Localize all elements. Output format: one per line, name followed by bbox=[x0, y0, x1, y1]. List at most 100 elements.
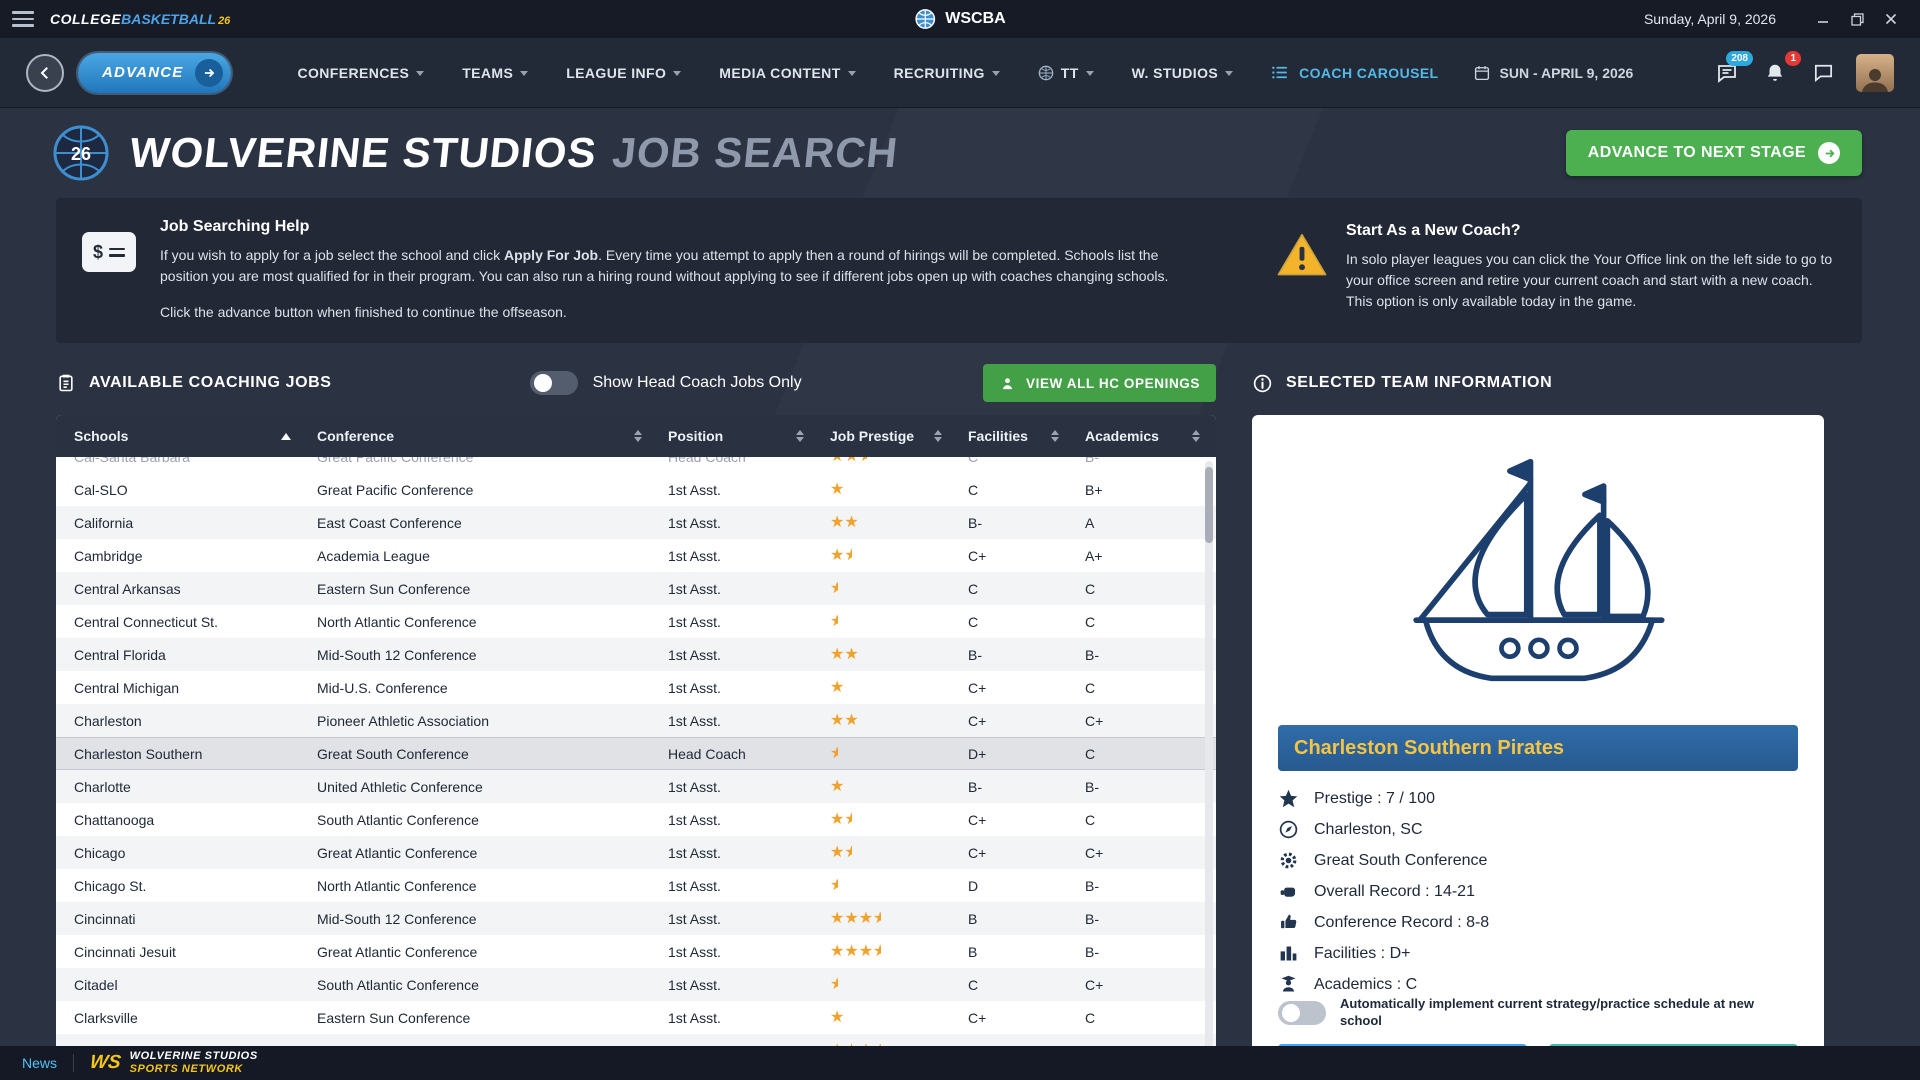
nav-item-label: CONFERENCES bbox=[297, 65, 409, 81]
nav-item-teams[interactable]: TEAMS bbox=[462, 65, 528, 81]
team-stat: Prestige : 7 / 100 bbox=[1278, 787, 1798, 810]
nav-item-label: LEAGUE INFO bbox=[566, 65, 666, 81]
head-coach-only-toggle[interactable] bbox=[530, 371, 578, 395]
star-icon: ★ bbox=[844, 515, 858, 531]
cell-conference: Eastern Sun Conference bbox=[307, 1010, 658, 1026]
app-logo: COLLEGE BASKETBALL 26 bbox=[50, 11, 230, 27]
notifications-button[interactable]: 1 bbox=[1760, 58, 1790, 88]
nav-item-label: TT bbox=[1061, 65, 1079, 81]
help-body-1: If you wish to apply for a job select th… bbox=[160, 245, 1180, 287]
column-header-schools[interactable]: Schools bbox=[56, 415, 307, 457]
table-row[interactable]: Cal-SLOGreat Pacific Conference1st Asst.… bbox=[56, 473, 1216, 506]
star-icon: ★ bbox=[844, 911, 858, 927]
chevron-down-icon bbox=[673, 71, 681, 76]
hamburger-menu-icon[interactable] bbox=[12, 11, 34, 27]
cell-academics: B- bbox=[1075, 911, 1216, 927]
cell-academics: C bbox=[1075, 746, 1216, 762]
column-label: Position bbox=[668, 428, 723, 444]
footer-logo-line1: WOLVERINE STUDIOS bbox=[130, 1050, 258, 1063]
cell-position: 1st Asst. bbox=[658, 515, 820, 531]
table-row[interactable]: Cal-Santa BarbaraGreat Pacific Conferenc… bbox=[56, 457, 1216, 473]
table-row[interactable]: Central MichiganMid-U.S. Conference1st A… bbox=[56, 671, 1216, 704]
table-row[interactable]: CaliforniaEast Coast Conference1st Asst.… bbox=[56, 506, 1216, 539]
table-scrollbar-thumb[interactable] bbox=[1205, 467, 1213, 543]
new-coach-body: In solo player leagues you can click the… bbox=[1346, 249, 1836, 312]
table-row[interactable]: Central ArkansasEastern Sun Conference1s… bbox=[56, 572, 1216, 605]
cell-academics: B- bbox=[1075, 944, 1216, 960]
table-row[interactable]: Central Connecticut St.North Atlantic Co… bbox=[56, 605, 1216, 638]
column-header-facilities[interactable]: Facilities bbox=[958, 415, 1075, 457]
table-row[interactable]: CitadelSouth Atlantic Conference1st Asst… bbox=[56, 968, 1216, 1001]
strategy-toggle-row: Automatically implement current strategy… bbox=[1278, 996, 1798, 1030]
half-star-glyph: ★ bbox=[844, 812, 852, 828]
back-button[interactable] bbox=[26, 54, 64, 92]
maximize-button[interactable] bbox=[1840, 5, 1874, 33]
cell-school: Chicago St. bbox=[56, 878, 307, 894]
column-header-job-prestige[interactable]: Job Prestige bbox=[820, 415, 958, 457]
nav-item-conferences[interactable]: CONFERENCES bbox=[297, 65, 424, 81]
news-link[interactable]: News bbox=[22, 1055, 57, 1071]
sort-triangle-up bbox=[1192, 430, 1200, 435]
chevron-down-icon bbox=[1086, 71, 1094, 76]
nav-item-w-studios[interactable]: W. STUDIOS bbox=[1132, 65, 1233, 81]
half-star-icon: ★ bbox=[873, 911, 881, 927]
cell-facilities: B- bbox=[958, 779, 1075, 795]
bell-icon bbox=[1764, 62, 1786, 84]
table-row[interactable]: Central FloridaMid-South 12 Conference1s… bbox=[56, 638, 1216, 671]
table-row[interactable]: CharlestonPioneer Athletic Association1s… bbox=[56, 704, 1216, 737]
cell-position: 1st Asst. bbox=[658, 845, 820, 861]
nav-item-label: MEDIA CONTENT bbox=[719, 65, 840, 81]
column-header-academics[interactable]: Academics bbox=[1075, 415, 1216, 457]
cell-conference: Mid-South 12 Conference bbox=[307, 647, 658, 663]
table-row[interactable]: ChattanoogaSouth Atlantic Conference1st … bbox=[56, 803, 1216, 836]
minimize-button[interactable] bbox=[1806, 5, 1840, 33]
nav-item-league-info[interactable]: LEAGUE INFO bbox=[566, 65, 681, 81]
nav-item-recruiting[interactable]: RECRUITING bbox=[894, 65, 1000, 81]
auto-strategy-toggle[interactable] bbox=[1278, 1001, 1326, 1025]
half-star-glyph: ★ bbox=[830, 878, 838, 894]
nav-menu: CONFERENCES TEAMS LEAGUE INFO MEDIA CONTENT… bbox=[297, 65, 1233, 81]
cell-academics: C+ bbox=[1075, 845, 1216, 861]
cell-academics: C bbox=[1075, 680, 1216, 696]
nav-item-coach-carousel[interactable]: COACH CAROUSEL bbox=[1271, 63, 1438, 82]
user-avatar[interactable] bbox=[1856, 54, 1894, 92]
messages-button[interactable]: 208 bbox=[1712, 58, 1742, 88]
page-title: WOLVERINE STUDIOS JOB SEARCH bbox=[127, 129, 900, 177]
cell-school: Cal-SLO bbox=[56, 482, 307, 498]
half-star-icon: ★ bbox=[830, 581, 838, 597]
table-row[interactable]: Cincinnati JesuitGreat Atlantic Conferen… bbox=[56, 935, 1216, 968]
column-header-conference[interactable]: Conference bbox=[307, 415, 658, 457]
table-row[interactable]: ClarksvilleEastern Sun Conference1st Ass… bbox=[56, 1001, 1216, 1034]
table-row[interactable]: Charleston SouthernGreat South Conferenc… bbox=[56, 737, 1216, 770]
table-row[interactable]: CincinnatiMid-South 12 Conference1st Ass… bbox=[56, 902, 1216, 935]
chat-button[interactable] bbox=[1808, 58, 1838, 88]
column-header-position[interactable]: Position bbox=[658, 415, 820, 457]
basketball-icon bbox=[914, 8, 936, 30]
view-all-hc-openings-button[interactable]: VIEW ALL HC OPENINGS bbox=[983, 364, 1216, 402]
new-coach-title: Start As a New Coach? bbox=[1346, 222, 1836, 240]
cell-conference: Mid-U.S. Conference bbox=[307, 680, 658, 696]
cell-school: Chicago bbox=[56, 845, 307, 861]
nav-item-media-content[interactable]: MEDIA CONTENT bbox=[719, 65, 855, 81]
table-row[interactable]: Chicago St.North Atlantic Conference1st … bbox=[56, 869, 1216, 902]
close-button[interactable] bbox=[1874, 5, 1908, 33]
team-stat: Great South Conference bbox=[1278, 849, 1798, 872]
nav-item-tt[interactable]: TT bbox=[1038, 65, 1094, 81]
sort-triangle-down bbox=[1192, 437, 1200, 442]
table-row[interactable]: CambridgeAcademia League1st Asst.★★C+A+ bbox=[56, 539, 1216, 572]
sort-triangle-up bbox=[281, 433, 291, 440]
cell-academics: C bbox=[1075, 1010, 1216, 1026]
star-icon: ★ bbox=[830, 680, 844, 696]
nav-date: SUN - APRIL 9, 2026 bbox=[1473, 64, 1634, 82]
cell-conference: South Atlantic Conference bbox=[307, 977, 658, 993]
cell-facilities: C bbox=[958, 614, 1075, 630]
table-scrollbar[interactable] bbox=[1205, 461, 1213, 1080]
table-row[interactable]: CharlotteUnited Athletic Conference1st A… bbox=[56, 770, 1216, 803]
star-icon: ★ bbox=[830, 944, 844, 960]
table-row[interactable]: ChicagoGreat Atlantic Conference1st Asst… bbox=[56, 836, 1216, 869]
advance-to-next-stage-button[interactable]: ADVANCE TO NEXT STAGE bbox=[1566, 130, 1862, 176]
advance-button[interactable]: ADVANCE bbox=[78, 53, 231, 93]
gear-icon bbox=[1278, 850, 1299, 871]
column-label: Facilities bbox=[968, 428, 1028, 444]
team-stat-label: Great South Conference bbox=[1314, 852, 1487, 870]
